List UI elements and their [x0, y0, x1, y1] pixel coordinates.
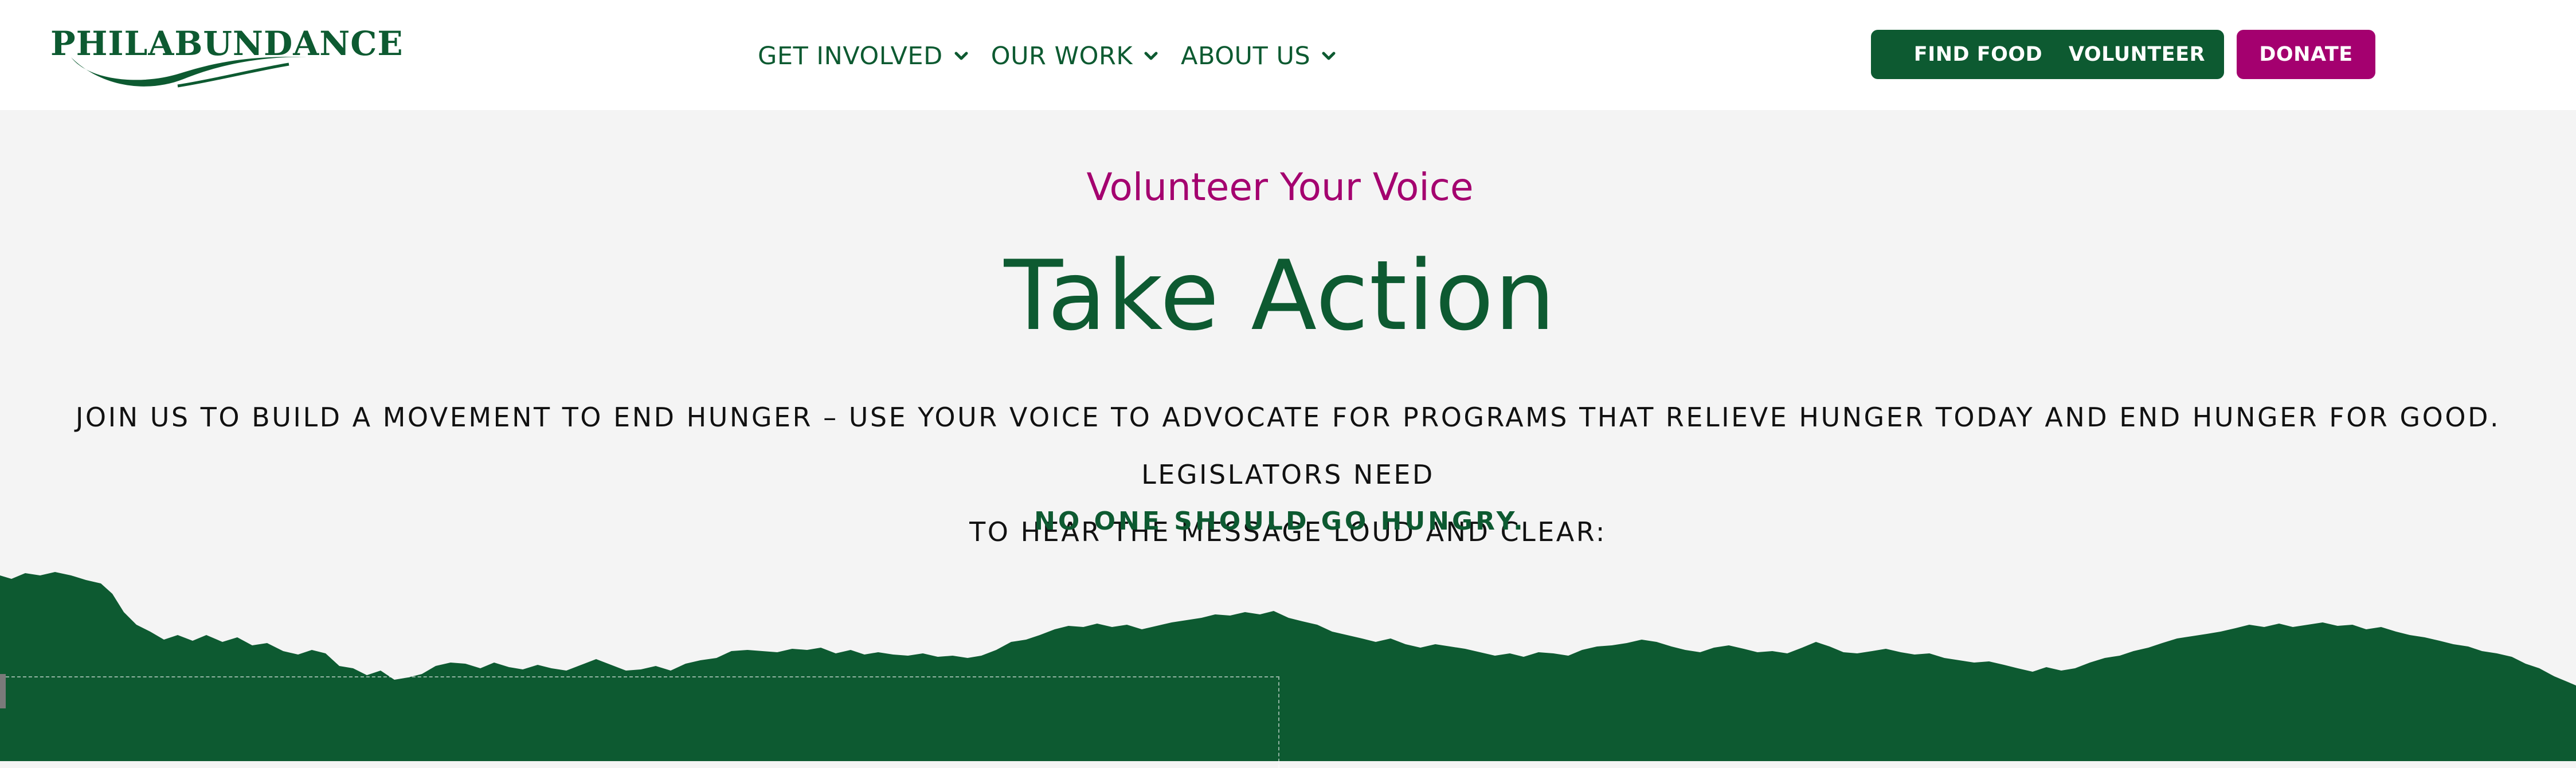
- nav-our-work[interactable]: OUR WORK: [991, 42, 1158, 70]
- donate-button[interactable]: DONATE: [2237, 30, 2375, 79]
- selection-outline: [6, 676, 1279, 768]
- philabundance-logo[interactable]: PHILABUNDANCE: [48, 17, 403, 92]
- hero-description-line-1: JOIN US TO BUILD A MOVEMENT TO END HUNGE…: [75, 402, 2501, 490]
- volunteer-button[interactable]: VOLUNTEER: [2050, 30, 2224, 79]
- chevron-down-icon: [1322, 52, 1336, 60]
- hero-eyebrow: Volunteer Your Voice: [1086, 165, 1474, 209]
- nav-get-involved[interactable]: GET INVOLVED: [758, 42, 968, 70]
- nav-get-involved-label: GET INVOLVED: [758, 42, 943, 70]
- chevron-down-icon: [954, 52, 968, 60]
- nav-about-us[interactable]: ABOUT US: [1181, 42, 1336, 70]
- logo-wordmark: PHILABUNDANCE: [50, 24, 404, 63]
- chevron-down-icon: [1144, 52, 1158, 60]
- hero-emphasis: NO ONE SHOULD GO HUNGRY.: [1034, 507, 1526, 536]
- resize-handle[interactable]: [0, 674, 6, 708]
- main-navigation: GET INVOLVED OUR WORK ABOUT US: [758, 39, 1336, 73]
- page-title: Take Action: [1004, 240, 1556, 352]
- nav-about-us-label: ABOUT US: [1181, 42, 1311, 70]
- nav-our-work-label: OUR WORK: [991, 42, 1133, 70]
- site-header: PHILABUNDANCE GET INVOLVED OUR WORK ABOU…: [0, 0, 2576, 110]
